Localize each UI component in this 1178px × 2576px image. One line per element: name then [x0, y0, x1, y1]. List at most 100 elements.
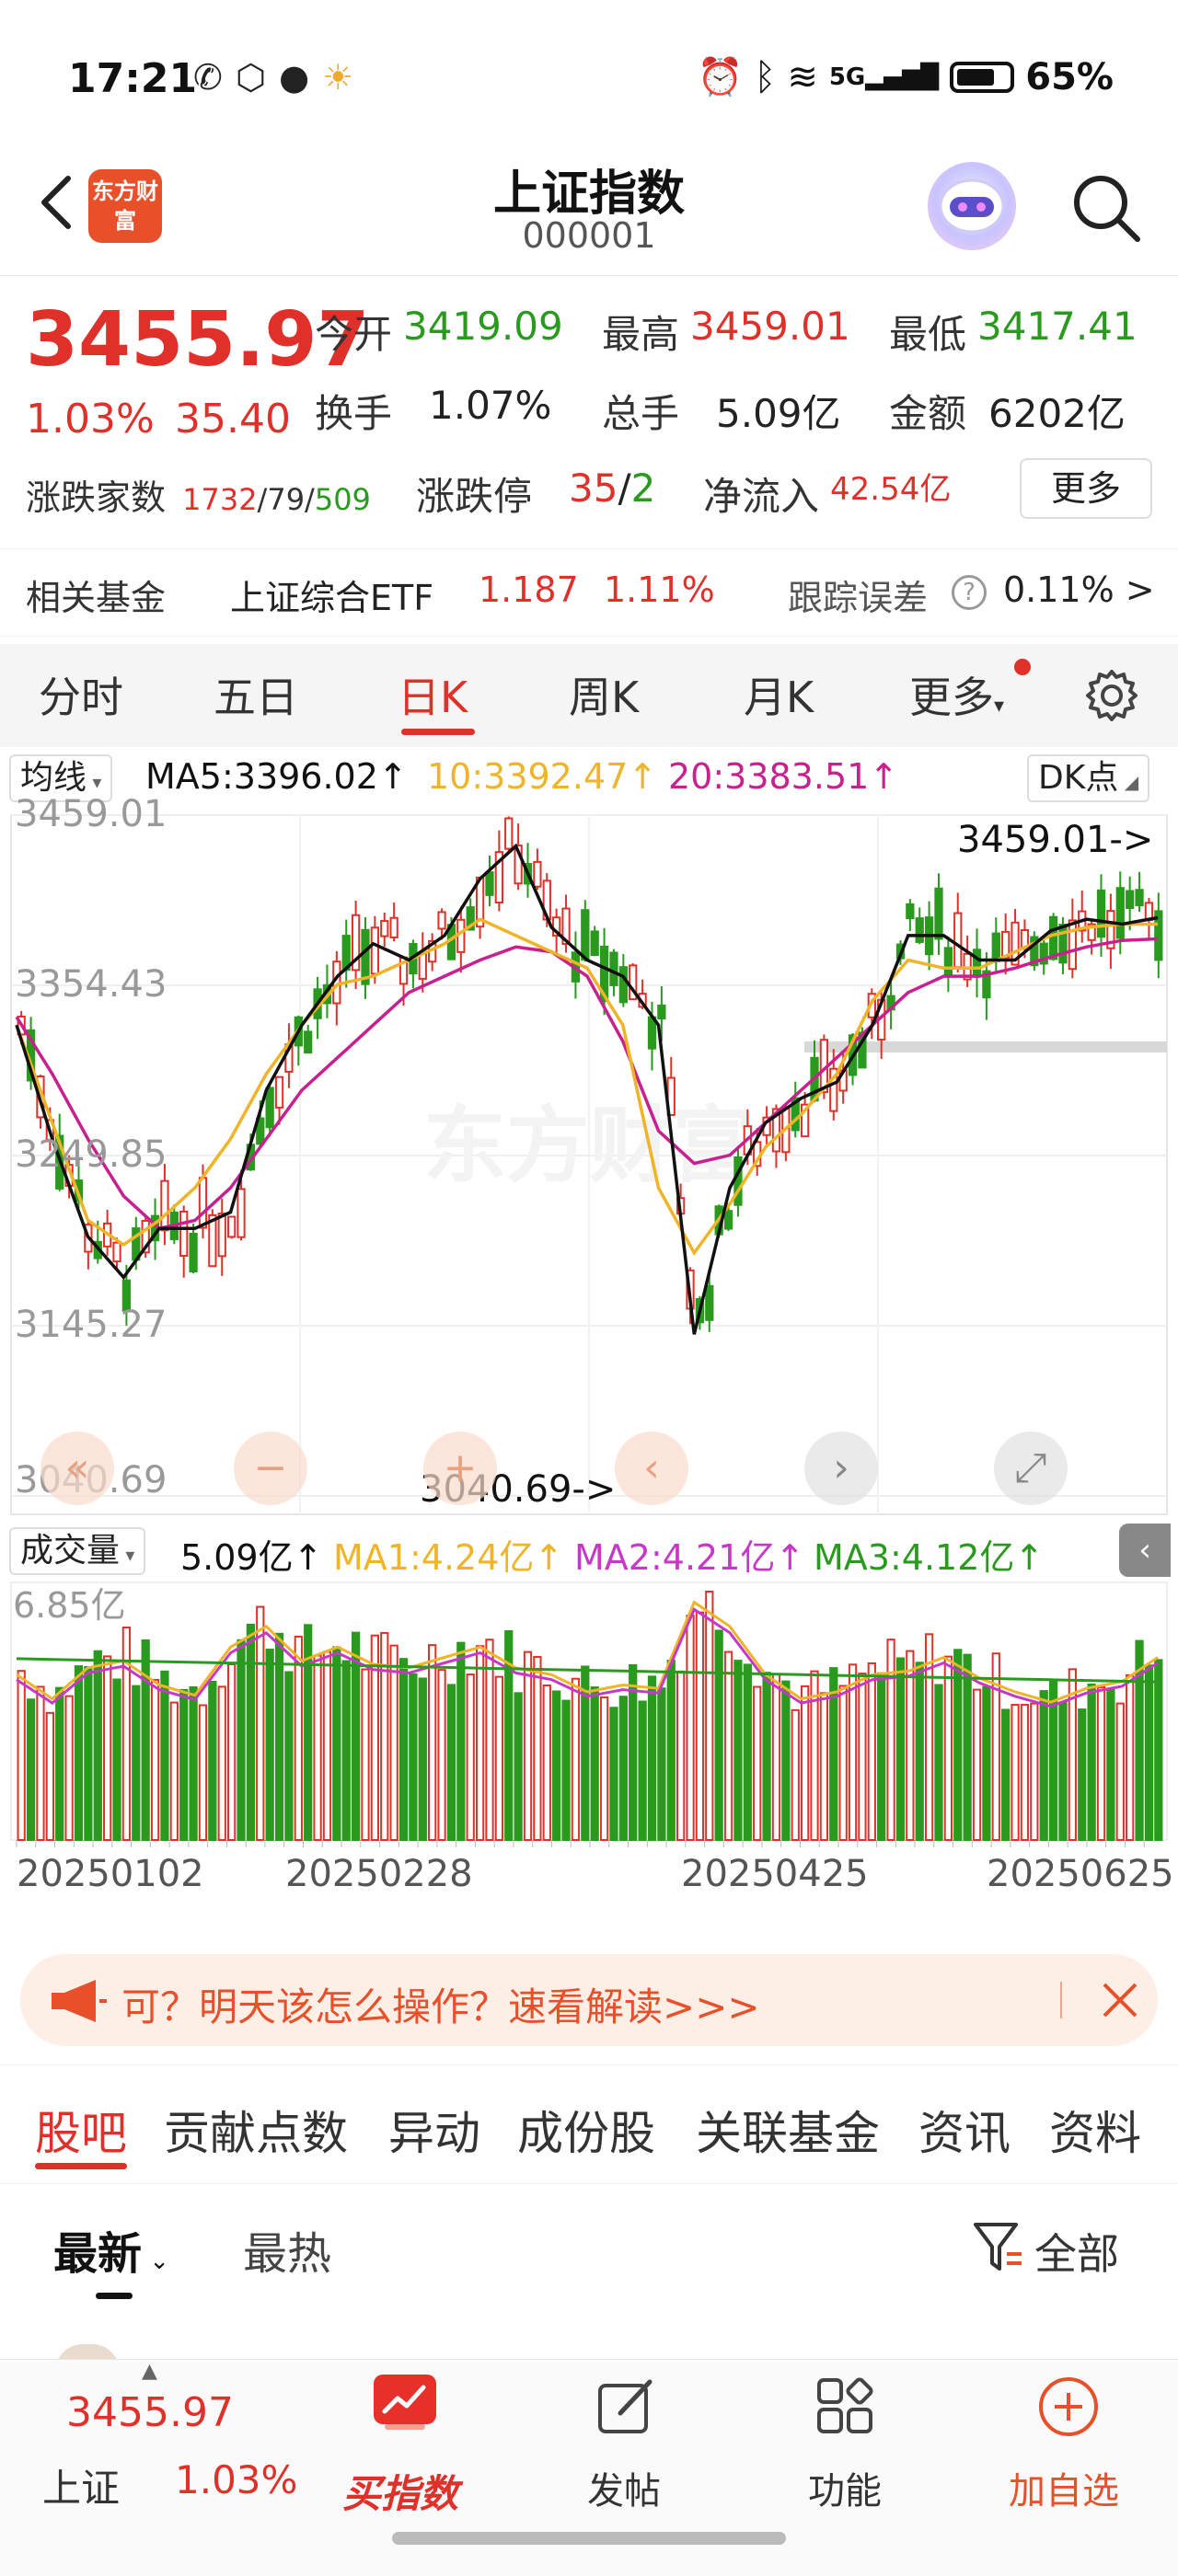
tab-weekly-k[interactable]: 周K — [569, 664, 639, 725]
volume-bar — [226, 1663, 237, 1842]
candle-body — [1068, 919, 1077, 971]
promo-banner[interactable]: 可？明天该怎么操作？速看解读>>> — [20, 1954, 1158, 2046]
volume-bar — [112, 1678, 121, 1841]
volume-bar — [877, 1672, 886, 1842]
volume-bar — [647, 1675, 657, 1841]
tab-forum[interactable]: 股吧 — [35, 2097, 127, 2163]
volume-bar — [542, 1684, 551, 1842]
function-label[interactable]: 功能 — [808, 2461, 882, 2514]
rewind-icon[interactable]: « — [65, 1444, 90, 1491]
low-value: 3417.41 — [977, 304, 1138, 349]
period-tabs: 分时 五日 日K 周K 月K 更多▾ — [0, 644, 1178, 747]
add-circle-icon[interactable] — [1036, 2375, 1101, 2439]
signal-icon: 5G▂▄▆█ — [828, 63, 940, 91]
candle-body — [418, 951, 427, 980]
volume-bar — [55, 1686, 64, 1842]
related-fund-row[interactable]: 相关基金 上证综合ETF 1.187 1.11% 跟踪误差 ? 0.11% > — [0, 548, 1178, 637]
candle-body — [581, 909, 590, 961]
y-tick-label: 3354.43 — [15, 963, 167, 1006]
post-label[interactable]: 发帖 — [587, 2461, 661, 2514]
volume-bar — [733, 1660, 743, 1842]
bottom-index-price[interactable]: 3455.97 — [66, 2389, 234, 2436]
fullscreen-icon[interactable]: ⤢ — [1014, 1444, 1046, 1491]
volume-bar — [781, 1680, 791, 1841]
gear-icon[interactable] — [1082, 666, 1141, 725]
tab-intraday[interactable]: 分时 — [39, 664, 123, 725]
inflow-value: 42.54亿 — [830, 471, 952, 508]
zoom-out-icon[interactable]: − — [254, 1444, 288, 1491]
ai-assistant-icon[interactable] — [928, 162, 1016, 250]
zoom-in-icon[interactable]: + — [444, 1444, 478, 1491]
sort-hot[interactable]: 最热 — [243, 2217, 331, 2282]
help-icon[interactable]: ? — [952, 575, 987, 610]
advance-down: 509 — [314, 482, 371, 517]
volume-bar — [45, 1711, 54, 1841]
kline-chart-area[interactable]: 东方财富3459.013354.433249.853145.273040.693… — [0, 793, 1178, 1895]
limit-down: 2 — [630, 466, 656, 511]
filter-all[interactable]: 全部 — [1034, 2221, 1119, 2282]
apps-grid-icon[interactable] — [815, 2376, 876, 2437]
volume-bar — [695, 1611, 705, 1841]
add-watchlist-label[interactable]: 加自选 — [1009, 2461, 1119, 2514]
tab-news[interactable]: 资讯 — [918, 2097, 1011, 2163]
candle-body — [380, 920, 389, 937]
ma-dropdown-label: 均线 — [20, 759, 87, 797]
advance-label: 涨跌家数 — [26, 477, 167, 518]
volume-bar — [1115, 1702, 1125, 1842]
volume-bar — [1001, 1708, 1011, 1841]
prev-icon[interactable]: ‹ — [643, 1444, 660, 1491]
filter-icon[interactable] — [972, 2221, 1023, 2276]
volume-bar — [179, 1688, 189, 1842]
close-icon[interactable] — [1099, 1979, 1141, 2021]
candle-body — [370, 926, 380, 975]
sort-latest-label: 最新 — [53, 2228, 143, 2280]
tab-contribution[interactable]: 贡献点数 — [164, 2097, 348, 2163]
tab-daily-k[interactable]: 日K — [398, 664, 468, 725]
candle-body — [237, 1188, 246, 1238]
tab-related-funds[interactable]: 关联基金 — [696, 2097, 880, 2163]
tab-monthly-k[interactable]: 月K — [744, 664, 814, 725]
volume-bar — [74, 1665, 84, 1841]
candle-body — [1096, 889, 1106, 938]
high-marker-label: 3459.01-> — [957, 819, 1153, 861]
volume-bar — [466, 1673, 475, 1842]
edit-icon[interactable] — [596, 2376, 657, 2437]
tab-constituents[interactable]: 成份股 — [517, 2097, 655, 2163]
candle-body — [723, 1210, 733, 1230]
tab-more-label: 更多 — [909, 673, 994, 722]
tab-five-day[interactable]: 五日 — [214, 664, 298, 725]
volume-bar — [906, 1650, 915, 1842]
trend-chart-icon[interactable] — [372, 2373, 438, 2432]
kline-chart[interactable]: 东方财富3459.013354.433249.853145.273040.693… — [0, 793, 1178, 1925]
track-error-value[interactable]: 0.11% > — [1003, 569, 1155, 610]
fund-price: 1.187 — [479, 569, 579, 610]
sort-latest[interactable]: 最新 ⌄ — [53, 2217, 169, 2282]
dk-button[interactable]: DK点 ◢ — [1027, 754, 1150, 802]
fund-name[interactable]: 上证综合ETF — [230, 569, 433, 620]
next-icon[interactable]: › — [833, 1444, 849, 1491]
volume-bar — [943, 1655, 953, 1842]
buy-index-label[interactable]: 买指数 — [342, 2463, 458, 2519]
app-header: 东方财富 上证指数 000001 — [0, 147, 1178, 276]
status-bar: 17:21 ✆ ⬡ ● ☀ ⏰ ᛒ ≋ 5G▂▄▆█ 65% — [0, 0, 1178, 156]
collapse-panel-button[interactable]: ‹ — [1119, 1524, 1171, 1577]
tab-more[interactable]: 更多▾ — [909, 664, 1004, 725]
volume-bar — [160, 1670, 169, 1841]
volume-bar — [819, 1692, 829, 1842]
volume-bar — [1020, 1704, 1030, 1841]
tab-profile[interactable]: 资料 — [1049, 2097, 1141, 2163]
tab-movement[interactable]: 异动 — [388, 2097, 480, 2163]
banner-text[interactable]: 可？明天该怎么操作？速看解读>>> — [121, 1976, 760, 2032]
volume-bar — [514, 1692, 523, 1842]
advance-up: 1732 — [182, 482, 258, 517]
volume-bar — [141, 1639, 150, 1841]
volume-value: 5.09亿 — [716, 391, 841, 436]
volume-bar — [294, 1635, 303, 1842]
more-button[interactable]: 更多 — [1020, 458, 1152, 519]
search-icon[interactable] — [1064, 166, 1147, 248]
volume-dropdown[interactable]: 成交量 ▾ — [9, 1527, 146, 1575]
bottom-index-name: 上证 — [42, 2466, 121, 2511]
hex-icon: ⬡ — [235, 57, 267, 98]
volume-bar — [428, 1644, 437, 1841]
volume-bar — [982, 1685, 991, 1841]
